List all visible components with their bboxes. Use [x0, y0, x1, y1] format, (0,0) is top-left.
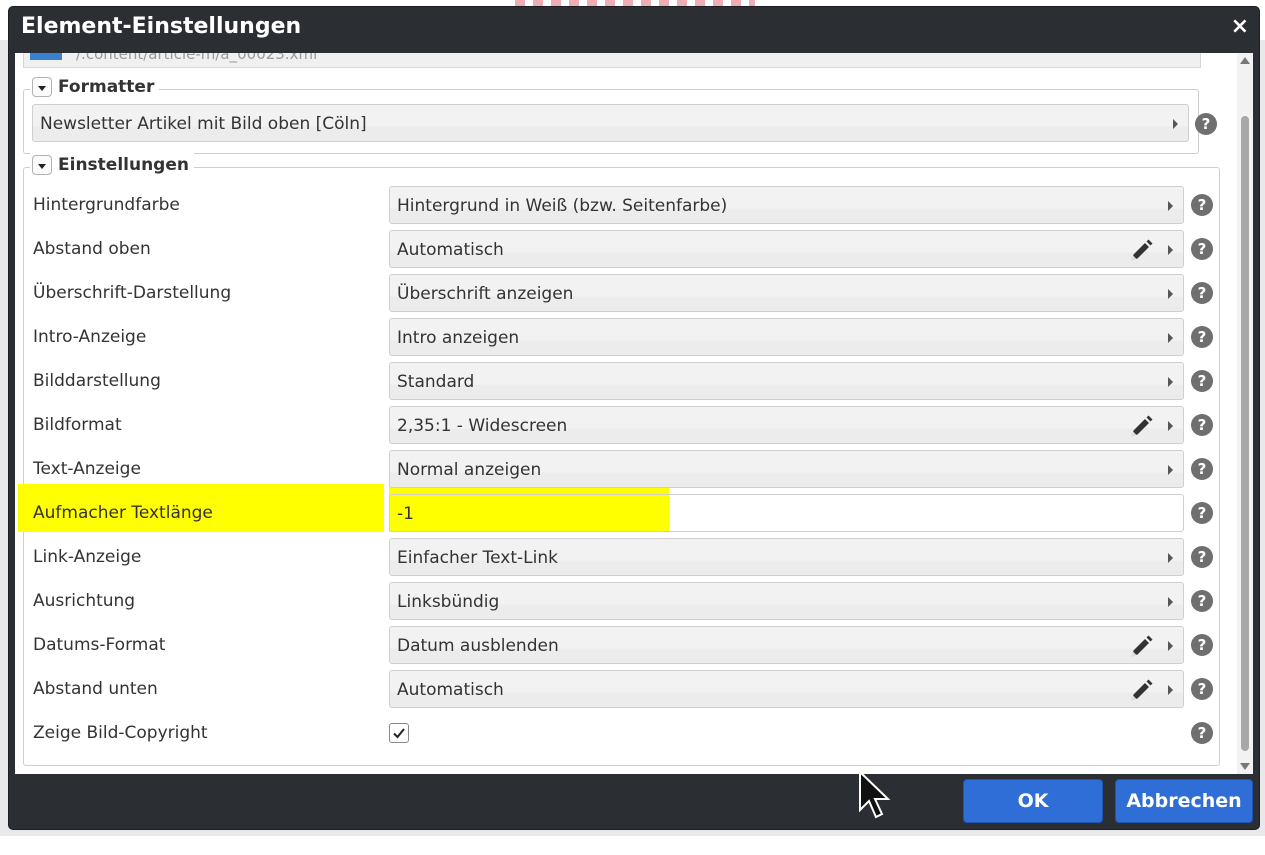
- setting-value: Datum ausblenden: [397, 636, 559, 656]
- pencil-icon[interactable]: [1128, 678, 1154, 704]
- arrow-right-icon: [1173, 119, 1178, 129]
- resource-type-icon: [30, 53, 62, 60]
- setting-select-bildformat[interactable]: 2,35:1 - Widescreen: [389, 406, 1184, 444]
- help-icon[interactable]: ?: [1191, 634, 1213, 656]
- scroll-thumb[interactable]: [1241, 116, 1249, 751]
- setting-value: Automatisch: [397, 680, 504, 700]
- setting-label-link-anzeige: Link-Anzeige: [33, 547, 142, 567]
- help-icon[interactable]: ?: [1191, 238, 1213, 260]
- mouse-cursor-icon: [859, 770, 891, 819]
- arrow-right-icon: [1168, 377, 1173, 387]
- setting-value: Einfacher Text-Link: [397, 548, 558, 568]
- setting-select-abstand-oben[interactable]: Automatisch: [389, 230, 1184, 268]
- close-icon[interactable]: ×: [1231, 14, 1249, 40]
- help-icon[interactable]: ?: [1191, 502, 1213, 524]
- setting-value: Hintergrund in Weiß (bzw. Seitenfarbe): [397, 196, 728, 216]
- setting-select-abstand-unten[interactable]: Automatisch: [389, 670, 1184, 708]
- background-page-footer: [0, 836, 1265, 855]
- collapse-toggle-icon[interactable]: [32, 155, 52, 175]
- setting-label-ueberschrift-darstellung: Überschrift-Darstellung: [33, 283, 232, 303]
- settings-legend: Einstellungen: [30, 152, 194, 178]
- setting-value: Intro anzeigen: [397, 328, 520, 348]
- help-icon[interactable]: ?: [1191, 590, 1213, 612]
- help-icon[interactable]: ?: [1195, 113, 1217, 135]
- setting-label-zeige-bild-copyright: Zeige Bild-Copyright: [33, 723, 208, 743]
- arrow-right-icon: [1168, 289, 1173, 299]
- help-icon[interactable]: ?: [1191, 194, 1213, 216]
- arrow-right-icon: [1168, 641, 1173, 651]
- help-icon[interactable]: ?: [1191, 326, 1213, 348]
- setting-label-hintergrundfarbe: Hintergrundfarbe: [33, 195, 180, 215]
- setting-value: 2,35:1 - Widescreen: [397, 416, 568, 436]
- setting-label-aufmacher-textlaenge: Aufmacher Textlänge: [33, 503, 213, 523]
- arrow-right-icon: [1168, 465, 1173, 475]
- collapse-toggle-icon[interactable]: [32, 77, 52, 97]
- setting-value: Überschrift anzeigen: [397, 284, 574, 304]
- setting-select-intro-anzeige[interactable]: Intro anzeigen: [389, 318, 1184, 356]
- setting-label-text-anzeige: Text-Anzeige: [33, 459, 141, 479]
- setting-label-bilddarstellung: Bilddarstellung: [33, 371, 161, 391]
- arrow-right-icon: [1168, 685, 1173, 695]
- help-icon[interactable]: ?: [1191, 458, 1213, 480]
- setting-select-bilddarstellung[interactable]: Standard: [389, 362, 1184, 400]
- help-icon[interactable]: ?: [1191, 370, 1213, 392]
- setting-select-text-anzeige[interactable]: Normal anzeigen: [389, 450, 1184, 488]
- dialog-content: /.content/article-m/a_00023.xml Formatte…: [15, 53, 1253, 774]
- arrow-right-icon: [1168, 553, 1173, 563]
- scroll-down-icon[interactable]: [1240, 763, 1250, 770]
- setting-label-abstand-oben: Abstand oben: [33, 239, 151, 259]
- setting-select-ausrichtung[interactable]: Linksbündig: [389, 582, 1184, 620]
- setting-value: Linksbündig: [397, 592, 500, 612]
- setting-value: Normal anzeigen: [397, 460, 542, 480]
- formatter-select[interactable]: Newsletter Artikel mit Bild oben [Cöln]: [32, 104, 1189, 142]
- formatter-legend: Formatter: [30, 74, 160, 100]
- checkmark-icon: [393, 728, 405, 739]
- arrow-right-icon: [1168, 245, 1173, 255]
- setting-select-ueberschrift-darstellung[interactable]: Überschrift anzeigen: [389, 274, 1184, 312]
- setting-label-ausrichtung: Ausrichtung: [33, 591, 136, 611]
- setting-select-hintergrundfarbe[interactable]: Hintergrund in Weiß (bzw. Seitenfarbe): [389, 186, 1184, 224]
- setting-label-bildformat: Bildformat: [33, 415, 122, 435]
- element-settings-dialog: Element-Einstellungen × /.content/articl…: [9, 7, 1259, 829]
- resource-path-row: /.content/article-m/a_00023.xml: [23, 53, 1201, 68]
- formatter-legend-text: Formatter: [58, 77, 155, 97]
- arrow-right-icon: [1168, 333, 1173, 343]
- input-value: -1: [397, 504, 414, 524]
- resource-path: /.content/article-m/a_00023.xml: [76, 53, 318, 63]
- dialog-titlebar: Element-Einstellungen ×: [9, 7, 1259, 53]
- arrow-right-icon: [1168, 597, 1173, 607]
- settings-legend-text: Einstellungen: [58, 155, 189, 175]
- formatter-value: Newsletter Artikel mit Bild oben [Cöln]: [40, 114, 367, 134]
- aufmacher-textlaenge-input[interactable]: -1: [389, 494, 1184, 532]
- ok-button[interactable]: OK: [964, 780, 1102, 822]
- help-icon[interactable]: ?: [1191, 678, 1213, 700]
- setting-label-datums-format: Datums-Format: [33, 635, 166, 655]
- vertical-scrollbar[interactable]: [1237, 53, 1253, 774]
- setting-label-intro-anzeige: Intro-Anzeige: [33, 327, 147, 347]
- setting-label-abstand-unten: Abstand unten: [33, 679, 158, 699]
- bild-copyright-checkbox[interactable]: [389, 723, 409, 743]
- scroll-up-icon[interactable]: [1240, 57, 1250, 64]
- help-icon[interactable]: ?: [1191, 722, 1213, 744]
- arrow-right-icon: [1168, 201, 1173, 211]
- pencil-icon[interactable]: [1128, 414, 1154, 440]
- setting-value: Automatisch: [397, 240, 504, 260]
- arrow-right-icon: [1168, 421, 1173, 431]
- help-icon[interactable]: ?: [1191, 546, 1213, 568]
- cancel-button[interactable]: Abbrechen: [1116, 780, 1252, 822]
- setting-value: Standard: [397, 372, 475, 392]
- setting-select-datums-format[interactable]: Datum ausblenden: [389, 626, 1184, 664]
- help-icon[interactable]: ?: [1191, 282, 1213, 304]
- setting-select-link-anzeige[interactable]: Einfacher Text-Link: [389, 538, 1184, 576]
- pencil-icon[interactable]: [1128, 634, 1154, 660]
- dialog-title: Element-Einstellungen: [21, 14, 302, 39]
- help-icon[interactable]: ?: [1191, 414, 1213, 436]
- pencil-icon[interactable]: [1128, 238, 1154, 264]
